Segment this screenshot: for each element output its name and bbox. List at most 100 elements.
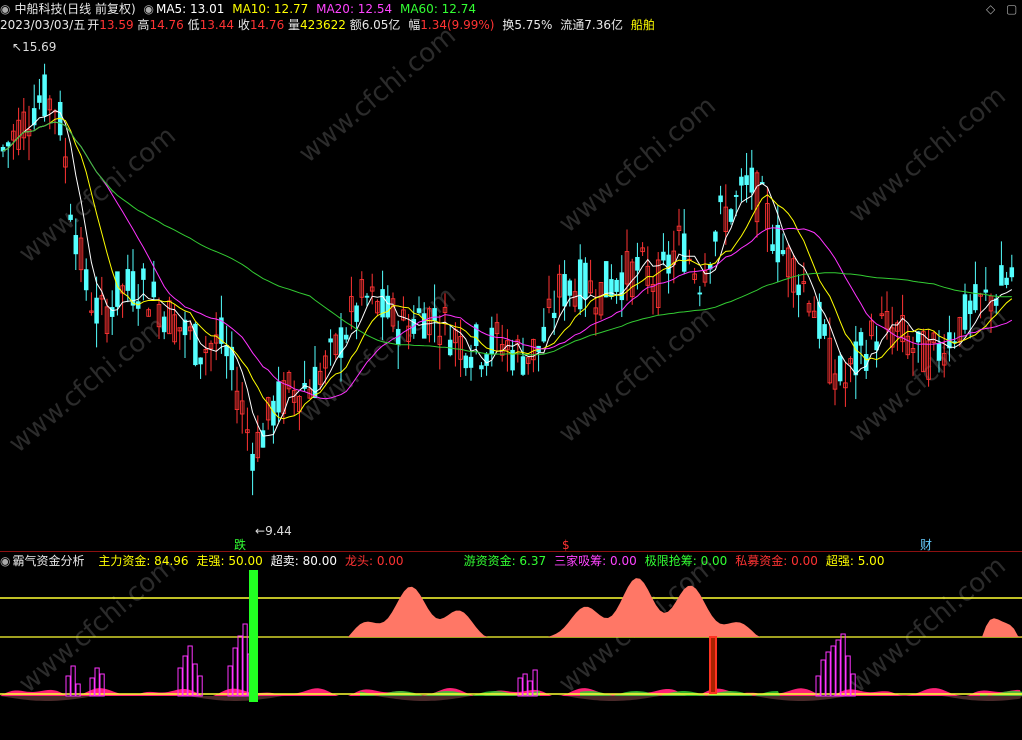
candle	[640, 242, 645, 257]
accumulation-bar	[820, 659, 826, 697]
indicator-item: 走强: 50.00	[196, 554, 263, 568]
amount-label: 额	[349, 18, 362, 32]
candle	[63, 137, 68, 184]
candle	[796, 274, 801, 318]
industry-value[interactable]: 船舶	[631, 18, 655, 32]
open-value: 13.59	[99, 18, 134, 32]
candle	[588, 259, 593, 296]
indicator-item: 龙头: 0.00	[344, 554, 404, 568]
candle	[359, 271, 365, 306]
candle	[416, 296, 422, 315]
candle	[525, 357, 531, 375]
candle	[931, 330, 937, 351]
candle	[94, 276, 99, 348]
candle	[598, 282, 604, 320]
event-marker-finance[interactable]: 财	[920, 538, 932, 552]
indicator-item: 主力资金: 84.96	[98, 554, 189, 568]
header-row-2: 2023/03/03/五 开13.59 高14.76 低13.44 收14.76 …	[0, 17, 659, 34]
candle	[806, 300, 812, 317]
candle	[577, 244, 583, 316]
indicator-chart[interactable]	[0, 568, 1022, 740]
indicator-item: 超强: 5.00	[825, 554, 885, 568]
low-value: 13.44	[199, 18, 234, 32]
candle	[390, 292, 396, 333]
candle	[354, 302, 359, 340]
amount-value: 6.05亿	[361, 18, 401, 32]
private-fund-bar-inner	[711, 638, 715, 692]
indicator-item: 游资资金: 6.37	[463, 554, 547, 568]
candle	[120, 283, 125, 318]
candle	[983, 267, 989, 301]
candle	[999, 241, 1004, 286]
candle	[291, 380, 297, 416]
accumulation-bar	[840, 633, 846, 697]
candle	[479, 362, 484, 378]
candle	[380, 270, 385, 341]
candle	[780, 233, 786, 257]
accumulation-bar	[825, 651, 831, 697]
candle	[572, 278, 578, 313]
candle	[312, 345, 318, 399]
turnover-value: 5.75%	[514, 18, 553, 32]
event-marker-fall[interactable]: 跌	[234, 538, 246, 552]
accumulation-bar	[830, 645, 836, 697]
candle	[905, 325, 911, 360]
candle	[198, 357, 203, 379]
candle	[733, 190, 739, 217]
candle	[603, 261, 609, 298]
candle	[853, 325, 859, 400]
ma60-value: MA60: 12.74	[399, 2, 477, 16]
candle	[224, 325, 229, 379]
candle	[109, 290, 115, 335]
candle	[349, 276, 354, 330]
float-label: 流通	[560, 18, 585, 32]
turnover-label: 换	[502, 18, 515, 32]
date-value: 2023/03/03/五	[0, 18, 86, 32]
settings-dot-icon-3[interactable]: ◉	[0, 554, 10, 568]
ma20-value: MA20: 12.54	[316, 2, 393, 16]
candle	[692, 267, 697, 284]
ma10-value: MA10: 12.77	[232, 2, 309, 16]
high-price-label: ↖15.69	[12, 40, 57, 54]
candle	[546, 275, 552, 314]
vol-value: 423622	[300, 18, 346, 32]
candle	[749, 149, 755, 210]
candle	[947, 315, 952, 362]
candle	[146, 307, 151, 317]
ma5-value: MA5: 13.01	[155, 2, 225, 16]
candle	[718, 185, 723, 215]
candle	[489, 316, 495, 367]
candle	[900, 294, 905, 353]
candle	[744, 152, 749, 203]
candle	[650, 276, 656, 315]
strong-signal-bar	[249, 570, 258, 702]
window-toggle-icon[interactable]: ▢	[1006, 2, 1017, 16]
candle	[926, 329, 931, 387]
candle	[973, 261, 978, 313]
accumulation-bar	[835, 639, 841, 697]
accumulation-bar	[70, 665, 76, 697]
candle	[68, 203, 73, 222]
indicator-item: 超卖: 80.00	[270, 554, 337, 568]
candle	[250, 442, 255, 496]
change-label: 幅	[408, 18, 421, 32]
indicator-item: 极限抢筹: 0.00	[644, 554, 728, 568]
fund-area	[982, 618, 1022, 637]
candle	[822, 319, 827, 340]
settings-dot-icon-2[interactable]: ◉	[144, 2, 154, 16]
candle	[208, 340, 214, 372]
indicator-name[interactable]: 霸气资金分析	[12, 554, 84, 568]
event-marker-dollar[interactable]: $	[562, 538, 570, 552]
panel-divider	[0, 551, 1022, 552]
candle	[941, 334, 947, 378]
settings-dot-icon[interactable]: ◉	[0, 2, 10, 16]
accumulation-bar	[815, 675, 821, 697]
candle	[328, 329, 333, 366]
price-chart[interactable]	[0, 34, 1022, 554]
candle	[432, 284, 437, 343]
diamond-icon[interactable]: ◇	[986, 2, 995, 16]
candle	[156, 297, 162, 339]
candle	[505, 329, 510, 372]
candle	[687, 249, 692, 265]
candle	[551, 290, 557, 335]
